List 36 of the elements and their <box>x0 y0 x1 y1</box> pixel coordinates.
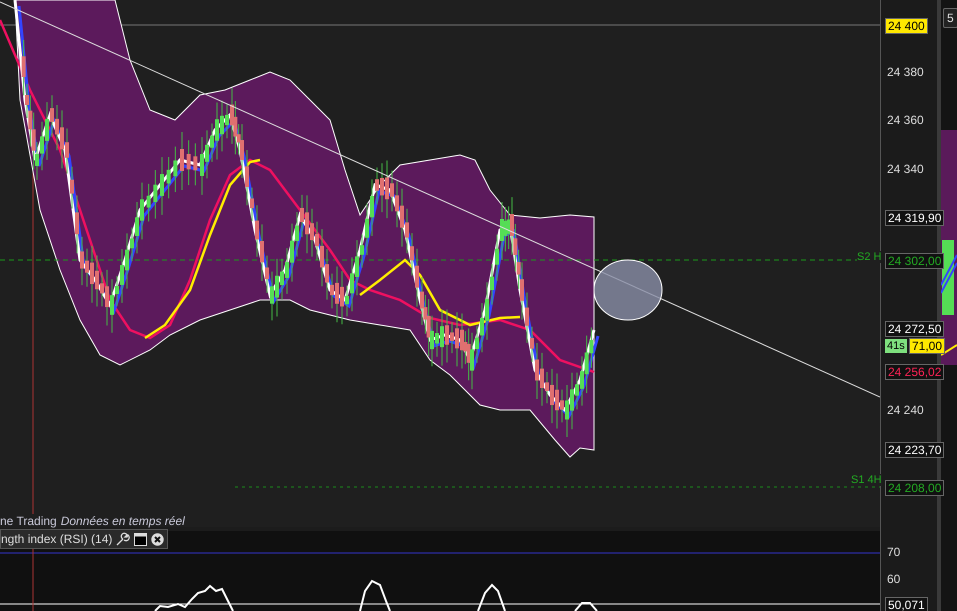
candlestick <box>193 142 198 186</box>
rsi-line <box>477 584 506 611</box>
axis-label: 60 <box>886 572 902 586</box>
candlestick <box>153 170 158 220</box>
candlestick <box>146 183 151 222</box>
status-text: Données en temps réel <box>60 514 185 528</box>
price-label: 24 319,90 <box>885 210 944 226</box>
price-label: 24 400 <box>885 18 928 34</box>
candlestick <box>186 140 191 186</box>
price-label: 24 302,00 <box>885 253 944 269</box>
candlestick <box>166 156 171 199</box>
panel-button[interactable]: 5 <box>943 8 957 28</box>
price-label: 24 208,00 <box>885 480 944 496</box>
axis-label: 24 340 <box>886 162 925 176</box>
price-label: 24 223,70 <box>885 442 944 458</box>
close-icon[interactable] <box>151 532 164 546</box>
axis-label: 70 <box>886 545 902 559</box>
axis-label: 24 380 <box>886 65 925 79</box>
candlestick <box>173 146 178 193</box>
level-label: S2 H <box>857 251 882 263</box>
level-label: S1 4H <box>851 474 882 486</box>
source-text: ne Trading <box>0 514 57 528</box>
price-label: 24 256,02 <box>885 364 944 380</box>
price-label: 24 272,50 <box>885 321 944 337</box>
circle-marker <box>594 260 662 320</box>
candlestick <box>160 156 164 216</box>
axis-label: 24 360 <box>886 113 925 127</box>
candlestick <box>180 132 184 190</box>
price-label: 50,071 <box>885 597 928 611</box>
rsi-line <box>359 580 391 611</box>
price-label: 71,00 <box>909 338 946 354</box>
axis-label: 24 240 <box>886 403 925 417</box>
indicator-title: ngth index (RSI) (14) <box>1 531 112 548</box>
window-icon[interactable] <box>134 532 148 546</box>
rsi-line <box>574 602 598 611</box>
countdown-badge: 41s <box>885 339 907 353</box>
